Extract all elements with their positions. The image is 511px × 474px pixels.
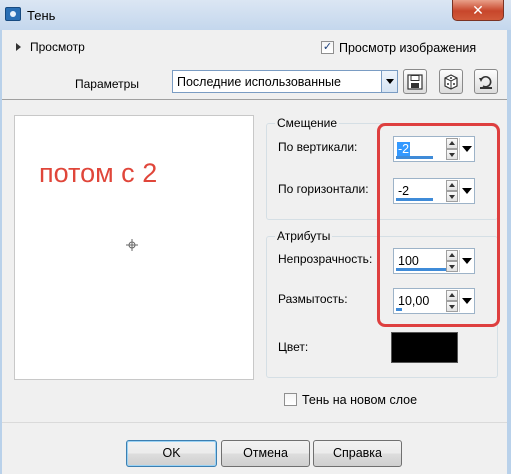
save-preset-icon	[407, 74, 423, 90]
checkmark-icon: ✓	[322, 41, 333, 53]
vertical-offset-value[interactable]: -2	[397, 142, 411, 156]
save-preset-button[interactable]	[403, 69, 427, 94]
image-preview-label[interactable]: Просмотр изображения	[339, 41, 476, 55]
opacity-spinner	[446, 250, 458, 272]
reset-icon	[479, 76, 492, 89]
attributes-group-title: Атрибуты	[275, 229, 333, 243]
app-icon	[5, 7, 21, 21]
blur-field[interactable]: 10,00	[393, 288, 475, 314]
opacity-value[interactable]: 100	[397, 254, 420, 268]
increment-icon[interactable]	[446, 180, 458, 191]
horizontal-offset-field[interactable]: -2	[393, 178, 475, 204]
reset-button[interactable]	[474, 69, 498, 94]
footer-separator	[2, 422, 507, 423]
image-preview-checkbox[interactable]: ✓	[321, 41, 334, 54]
presets-selected: Последние использованные	[177, 75, 341, 89]
randomize-button[interactable]	[439, 69, 463, 94]
help-button[interactable]: Справка	[313, 440, 402, 467]
presets-label: Параметры	[75, 77, 139, 91]
horizontal-offset-slider[interactable]	[396, 198, 433, 201]
preview-toggle-label[interactable]: Просмотр	[30, 40, 85, 54]
expand-triangle-icon[interactable]	[16, 43, 21, 51]
close-button[interactable]: ✕	[452, 0, 504, 21]
vertical-offset-spinner	[446, 138, 458, 160]
preview-canvas[interactable]: потом с 2	[14, 115, 254, 380]
blur-label: Размытость:	[278, 292, 348, 306]
presets-dropdown[interactable]: Последние использованные	[172, 70, 398, 93]
vertical-offset-label: По вертикали:	[278, 140, 358, 154]
window-title: Тень	[27, 8, 56, 23]
cancel-button[interactable]: Отмена	[221, 440, 310, 467]
title-bar: Тень ✕	[0, 0, 511, 30]
increment-icon[interactable]	[446, 250, 458, 261]
horizontal-offset-label: По горизонтали:	[278, 182, 369, 196]
increment-icon[interactable]	[446, 138, 458, 149]
blur-spinner	[446, 290, 458, 312]
shadow-new-layer-label[interactable]: Тень на новом слое	[302, 393, 417, 407]
horizontal-offset-value[interactable]: -2	[397, 184, 410, 198]
opacity-field[interactable]: 100	[393, 248, 475, 274]
offset-group-title: Смещение	[275, 116, 340, 130]
shadow-new-layer-checkbox[interactable]	[284, 393, 297, 406]
decrement-icon[interactable]	[446, 191, 458, 202]
ok-button[interactable]: OK	[126, 440, 217, 467]
dropdown-arrow-icon[interactable]	[381, 71, 397, 92]
horizontal-offset-spinner	[446, 180, 458, 202]
increment-icon[interactable]	[446, 290, 458, 301]
blur-menu-icon[interactable]	[459, 290, 473, 312]
shadow-color-swatch[interactable]	[391, 332, 458, 363]
decrement-icon[interactable]	[446, 261, 458, 272]
color-label: Цвет:	[278, 340, 309, 354]
annotation-text: потом с 2	[39, 158, 158, 188]
opacity-menu-icon[interactable]	[459, 250, 473, 272]
vertical-offset-field[interactable]: -2	[393, 136, 475, 162]
decrement-icon[interactable]	[446, 149, 458, 160]
vertical-offset-menu-icon[interactable]	[459, 138, 473, 160]
randomize-icon	[444, 74, 458, 90]
blur-value[interactable]: 10,00	[397, 294, 430, 308]
blur-slider[interactable]	[396, 308, 402, 311]
vertical-offset-slider[interactable]	[396, 156, 433, 159]
horizontal-offset-menu-icon[interactable]	[459, 180, 473, 202]
crosshair-icon[interactable]	[126, 239, 138, 251]
opacity-label: Непрозрачность:	[278, 252, 373, 266]
dialog-body: Просмотр ✓ Просмотр изображения Параметр…	[2, 30, 507, 474]
decrement-icon[interactable]	[446, 301, 458, 312]
header-separator	[2, 99, 507, 100]
